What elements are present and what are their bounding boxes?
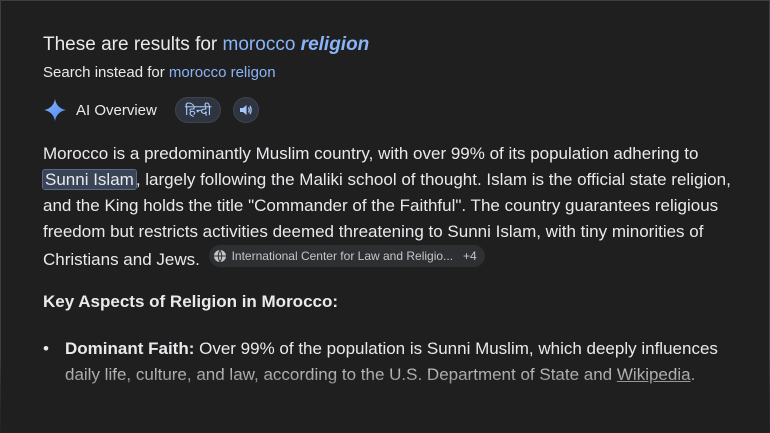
corrected-query-plain: morocco <box>222 34 296 55</box>
paragraph-text-1: Morocco is a predominantly Muslim countr… <box>43 144 699 163</box>
list-item: • Dominant Faith: Over 99% of the popula… <box>43 336 733 388</box>
source-chip[interactable]: International Center for Law and Religio… <box>208 245 485 267</box>
search-instead-link[interactable]: morocco religon <box>169 64 276 81</box>
sparkle-icon <box>44 99 66 121</box>
listen-button[interactable] <box>233 97 260 123</box>
ai-overview-label: AI Overview <box>76 101 157 119</box>
source-chip-more: +4 <box>463 249 477 263</box>
correction-prefix: These are results for <box>43 34 223 55</box>
corrected-query-emphasis: religion <box>300 34 370 55</box>
wikipedia-link[interactable]: Wikipedia <box>617 365 691 384</box>
overview-paragraph: Morocco is a predominantly Muslim countr… <box>42 141 743 273</box>
source-chip-label: International Center for Law and Religio… <box>231 249 454 263</box>
list-item-title: Dominant Faith: <box>65 339 195 358</box>
search-instead: Search instead for morocco religon <box>43 64 276 81</box>
globe-icon <box>213 249 226 263</box>
bullet-dot: • <box>43 339 49 358</box>
search-instead-prefix: Search instead for <box>43 64 169 81</box>
language-chip[interactable]: हिन्दी <box>174 97 222 123</box>
speaker-icon <box>240 105 253 115</box>
spelling-correction: These are results for morocco religion <box>43 34 369 56</box>
list-item-text: Dominant Faith: Over 99% of the populati… <box>65 336 733 388</box>
list-item-end: . <box>690 365 696 384</box>
section-heading: Key Aspects of Religion in Morocco: <box>43 292 339 311</box>
corrected-query-link[interactable]: morocco religion <box>223 34 370 55</box>
highlighted-term[interactable]: Sunni Islam <box>42 169 137 190</box>
ai-overview-header: AI Overview हिन्दी <box>43 96 260 124</box>
